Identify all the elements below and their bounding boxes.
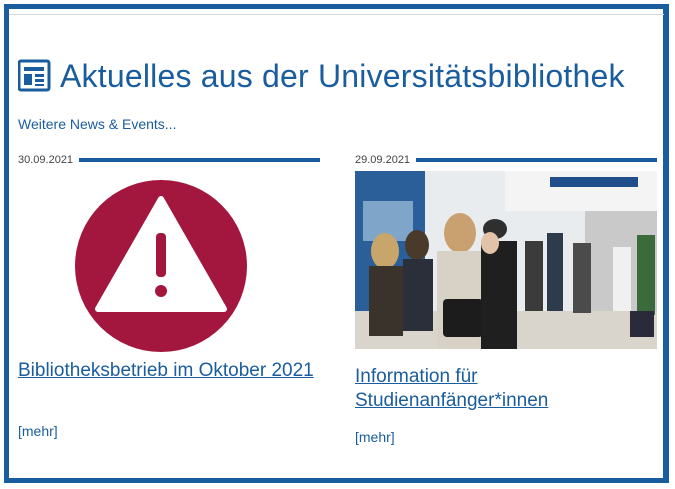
date-divider bbox=[416, 158, 657, 162]
news-date-row: 30.09.2021 bbox=[18, 153, 320, 167]
news-date-row: 29.09.2021 bbox=[355, 153, 657, 167]
warning-icon bbox=[75, 180, 247, 352]
news-card: 30.09.2021 Bibliotheksbetrieb im Oktober… bbox=[18, 153, 320, 439]
more-news-link[interactable]: Weitere News & Events... bbox=[18, 116, 176, 132]
news-date: 29.09.2021 bbox=[355, 154, 411, 166]
news-title-link[interactable]: Bibliotheksbetrieb im Oktober 2021 bbox=[18, 359, 318, 383]
date-divider bbox=[79, 158, 320, 162]
news-title-link[interactable]: Information für Studienanfänger*innen bbox=[355, 365, 655, 413]
newspaper-icon bbox=[18, 59, 51, 92]
news-image-link[interactable] bbox=[66, 171, 256, 361]
section-title: Aktuelles aus der Universitätsbibliothek bbox=[60, 57, 625, 94]
students-photo bbox=[355, 171, 657, 349]
news-more-link[interactable]: [mehr] bbox=[18, 423, 58, 439]
news-date: 30.09.2021 bbox=[18, 154, 74, 166]
news-image-link[interactable] bbox=[355, 171, 657, 349]
top-divider bbox=[9, 14, 664, 15]
news-more-link[interactable]: [mehr] bbox=[355, 429, 395, 445]
section-heading: Aktuelles aus der Universitätsbibliothek bbox=[18, 52, 625, 100]
news-card: 29.09.2021 Information für Studienanfäng… bbox=[355, 153, 657, 445]
